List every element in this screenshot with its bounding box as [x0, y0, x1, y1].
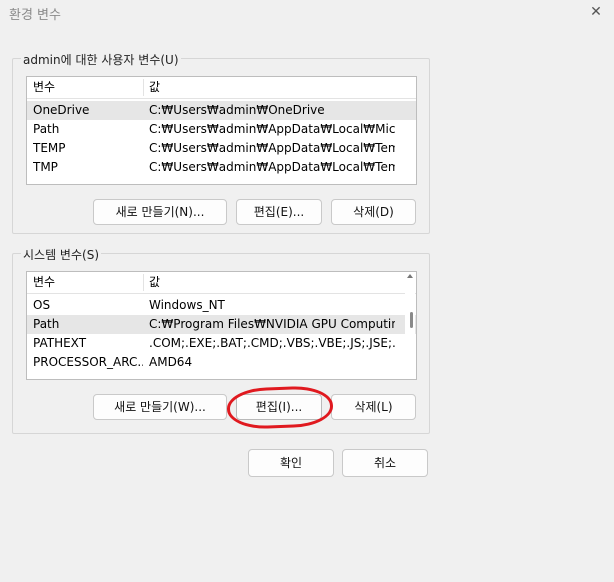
table-row[interactable]: Path C:₩Program Files₩NVIDIA GPU Computi… [27, 315, 416, 334]
user-variables-legend: admin에 대한 사용자 변수(U) [21, 51, 181, 68]
column-divider [143, 79, 144, 96]
system-variables-list[interactable]: 변수 값 OS Windows_NT Path C:₩Program Files… [26, 271, 417, 380]
table-row[interactable]: OS Windows_NT [27, 296, 416, 315]
variable-name: PATHEXT [33, 336, 87, 350]
column-header-name[interactable]: 변수 [33, 272, 141, 293]
cancel-button[interactable]: 취소 [342, 449, 428, 477]
user-variables-group: admin에 대한 사용자 변수(U) 변수 값 OneDrive C:₩Use… [12, 51, 430, 234]
variable-name: TMP [33, 160, 58, 174]
table-row[interactable]: PROCESSOR_ARC... AMD64 [27, 353, 416, 372]
variable-value: .COM;.EXE;.BAT;.CMD;.VBS;.VBE;.JS;.JSE;.… [149, 336, 395, 350]
column-divider [143, 274, 144, 291]
table-row[interactable]: Path C:₩Users₩admin₩AppData₩Local₩Micros… [27, 120, 416, 139]
variable-value: AMD64 [149, 355, 193, 369]
variable-name: OS [33, 298, 51, 312]
table-row[interactable]: TEMP C:₩Users₩admin₩AppData₩Local₩Temp [27, 139, 416, 158]
list-header: 변수 값 [27, 77, 416, 99]
variable-value: C:₩Users₩admin₩AppData₩Local₩Temp [149, 160, 395, 174]
scroll-thumb[interactable] [410, 312, 413, 328]
variable-name: PROCESSOR_ARC... [33, 355, 143, 369]
column-header-value[interactable]: 값 [149, 272, 160, 293]
scroll-up-icon[interactable] [407, 274, 413, 278]
user-new-button[interactable]: 새로 만들기(N)... [93, 199, 227, 225]
user-delete-button[interactable]: 삭제(D) [331, 199, 416, 225]
column-header-value[interactable]: 값 [149, 77, 160, 98]
window-title: 환경 변수 [9, 8, 61, 23]
table-row[interactable]: OneDrive C:₩Users₩admin₩OneDrive [27, 101, 416, 120]
variable-name: Path [33, 122, 60, 136]
system-edit-button[interactable]: 편집(I)... [236, 394, 322, 420]
user-variables-list[interactable]: 변수 값 OneDrive C:₩Users₩admin₩OneDrive Pa… [26, 76, 417, 185]
variable-value: C:₩Users₩admin₩AppData₩Local₩Temp [149, 141, 395, 155]
variable-name: Path [33, 317, 60, 331]
variable-value: C:₩Program Files₩NVIDIA GPU Computing... [149, 317, 395, 331]
variable-name: TEMP [33, 141, 66, 155]
system-new-button[interactable]: 새로 만들기(W)... [93, 394, 227, 420]
table-row[interactable]: TMP C:₩Users₩admin₩AppData₩Local₩Temp [27, 158, 416, 177]
system-variables-group: 시스템 변수(S) 변수 값 OS Windows_NT Path C:₩Pro… [12, 246, 430, 434]
table-row[interactable]: PATHEXT .COM;.EXE;.BAT;.CMD;.VBS;.VBE;.J… [27, 334, 416, 353]
close-icon[interactable]: ✕ [588, 4, 604, 20]
variable-value: C:₩Users₩admin₩AppData₩Local₩Micros... [149, 122, 395, 136]
column-header-name[interactable]: 변수 [33, 77, 141, 98]
ok-button[interactable]: 확인 [248, 449, 334, 477]
user-edit-button[interactable]: 편집(E)... [236, 199, 322, 225]
list-scrollbar[interactable] [405, 272, 415, 379]
system-variables-legend: 시스템 변수(S) [21, 246, 101, 263]
system-delete-button[interactable]: 삭제(L) [331, 394, 416, 420]
variable-value: Windows_NT [149, 298, 225, 312]
variable-name: OneDrive [33, 103, 90, 117]
list-header: 변수 값 [27, 272, 416, 294]
variable-value: C:₩Users₩admin₩OneDrive [149, 103, 325, 117]
title-bar: 환경 변수 ✕ [0, 0, 614, 26]
